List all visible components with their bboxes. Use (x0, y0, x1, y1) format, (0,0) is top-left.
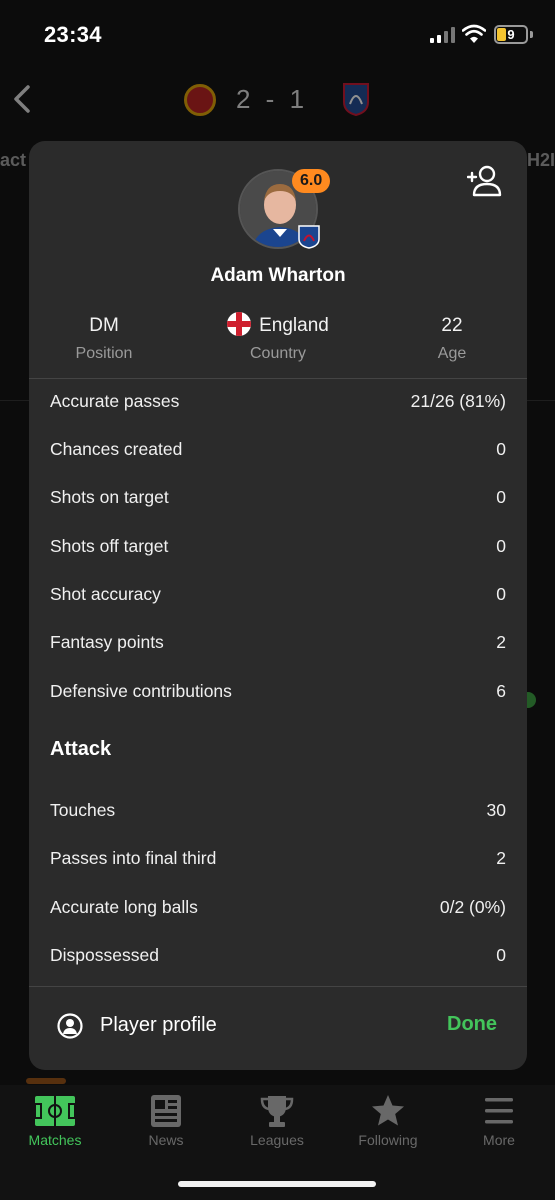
player-name: Adam Wharton (210, 265, 346, 286)
stat-value: 0 (496, 487, 506, 507)
tab-h2h[interactable]: H2I (527, 150, 555, 171)
status-time: 23:34 (44, 22, 102, 47)
battery-level: 9 (507, 27, 515, 42)
nav-more[interactable]: More (449, 1093, 549, 1148)
home-indicator[interactable] (178, 1181, 376, 1187)
stat-value: 0 (496, 945, 506, 965)
back-chevron-icon[interactable] (12, 84, 32, 114)
stat-name: Defensive contributions (50, 681, 232, 701)
stat-value: 0 (496, 584, 506, 604)
stat-name: Accurate long balls (50, 897, 198, 917)
nav-news[interactable]: News (116, 1093, 216, 1148)
stat-row: Defensive contributions 6 (50, 681, 506, 711)
trophy-icon (260, 1096, 294, 1127)
stat-name: Shot accuracy (50, 584, 161, 604)
battery-cap (530, 31, 533, 38)
stat-row: Shot accuracy 0 (50, 584, 506, 614)
wifi-icon (462, 24, 486, 43)
star-icon (372, 1095, 404, 1126)
stat-row: Accurate long balls 0/2 (0%) (50, 897, 506, 927)
stat-name: Accurate passes (50, 391, 180, 411)
stat-name: Chances created (50, 439, 183, 459)
player-profile-label: Player profile (100, 1014, 217, 1036)
stat-value: 0/2 (0%) (439, 897, 506, 917)
stat-row: Chances created 0 (50, 439, 506, 469)
team-crest-icon (298, 225, 320, 249)
age-label: Age (437, 345, 467, 362)
england-flag-icon (227, 311, 252, 336)
cellular-signal-icon (430, 27, 455, 43)
pitch-icon (34, 1096, 76, 1126)
stat-value: 6 (496, 681, 506, 701)
follow-player-icon[interactable] (467, 165, 503, 197)
away-team-crest-icon (343, 83, 369, 116)
home-team-crest-icon (184, 84, 216, 116)
player-rating-badge: 6.0 (292, 169, 331, 193)
attack-section-title: Attack (50, 738, 112, 760)
age-info: 22 Age (372, 313, 527, 363)
nav-label: Matches (28, 1132, 82, 1148)
tab-facts[interactable]: act (0, 150, 26, 171)
country-value: England (259, 315, 329, 336)
stat-value: 21/26 (81%) (410, 391, 506, 411)
nav-label: Following (358, 1132, 418, 1148)
footer-divider (29, 986, 527, 987)
age-value: 22 (441, 315, 463, 336)
player-avatar-group: 6.0 (238, 169, 331, 249)
stat-name: Touches (50, 800, 116, 820)
nav-matches[interactable]: Matches (5, 1093, 105, 1148)
position-label: Position (75, 345, 133, 362)
background-badge (26, 1078, 66, 1084)
nav-following[interactable]: Following (338, 1093, 438, 1148)
menu-icon (485, 1098, 513, 1124)
nav-label: News (148, 1132, 184, 1148)
stat-row: Shots off target 0 (50, 536, 506, 566)
stat-name: Passes into final third (50, 848, 217, 868)
stat-value: 0 (496, 439, 506, 459)
stat-row: Dispossessed 0 (50, 945, 506, 975)
nav-leagues[interactable]: Leagues (227, 1093, 327, 1148)
country-label: Country (249, 345, 307, 362)
stat-row: Shots on target 0 (50, 487, 506, 517)
nav-label: More (483, 1132, 515, 1148)
header-divider (29, 378, 527, 379)
stat-value: 2 (496, 848, 506, 868)
stat-value: 0 (496, 536, 506, 556)
nav-label: Leagues (250, 1132, 304, 1148)
position-info: DM Position (29, 313, 184, 363)
match-header: 2 - 1 (0, 70, 555, 130)
person-circle-icon (57, 1013, 83, 1039)
stat-row: Touches 30 (50, 800, 506, 830)
stat-row: Passes into final third 2 (50, 848, 506, 878)
stat-value: 30 (486, 800, 506, 820)
stat-name: Dispossessed (50, 945, 159, 965)
status-bar: 23:34 9 (0, 0, 555, 70)
stat-value: 2 (496, 632, 506, 652)
match-score: 2 - 1 (236, 84, 309, 114)
stat-row: Fantasy points 2 (50, 632, 506, 662)
stat-name: Shots off target (50, 536, 169, 556)
stat-name: Fantasy points (50, 632, 164, 652)
player-stats-sheet: 6.0 Adam Wharton DM Position England Cou… (29, 141, 527, 1070)
battery-icon: 9 (494, 25, 528, 44)
stat-row: Accurate passes 21/26 (81%) (50, 391, 506, 421)
done-button[interactable]: Done (447, 1013, 497, 1036)
newspaper-icon (151, 1095, 181, 1127)
country-info: England Country (198, 311, 358, 363)
stat-name: Shots on target (50, 487, 169, 507)
position-value: DM (89, 315, 119, 336)
